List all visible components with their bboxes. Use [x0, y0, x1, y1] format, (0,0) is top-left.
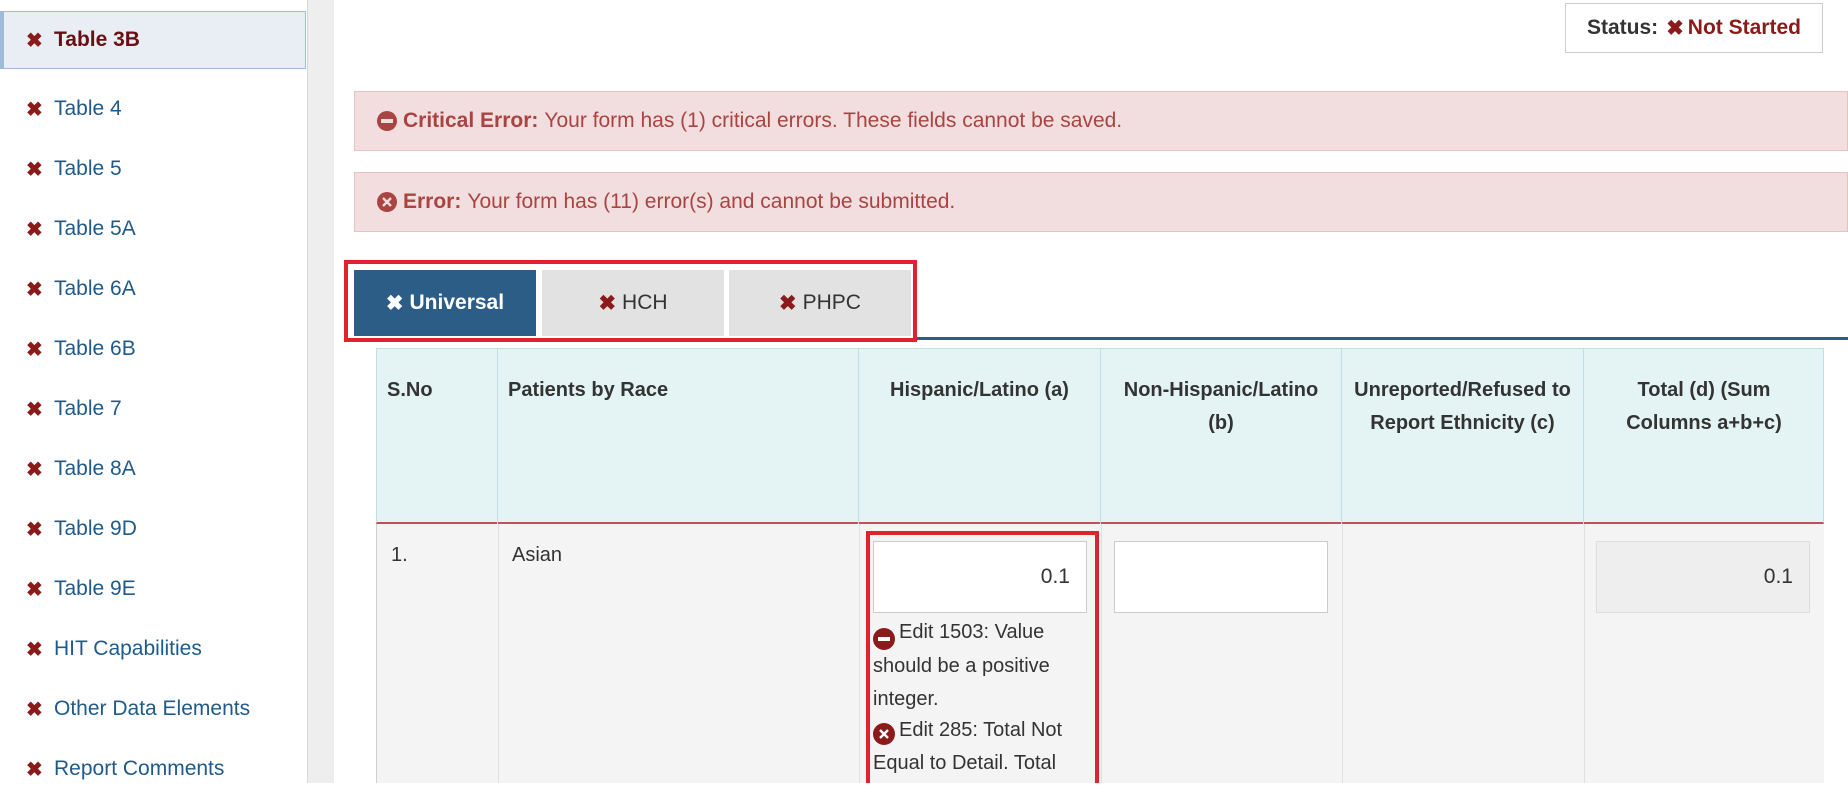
- sidebar-item-label: Table 6B: [54, 337, 136, 360]
- sidebar-item-label: Report Comments: [54, 757, 225, 780]
- sidebar-item-table-7[interactable]: ✖ Table 7: [0, 380, 306, 438]
- sidebar-item-table-6a[interactable]: ✖ Table 6A: [0, 260, 306, 318]
- sidebar-item-label: Table 8A: [54, 457, 136, 480]
- critical-error-alert: Critical Error: Your form has (1) critic…: [354, 91, 1848, 151]
- x-icon: ✖: [1666, 16, 1684, 40]
- column-divider: [1342, 524, 1343, 783]
- sidebar-item-label: Table 6A: [54, 277, 136, 300]
- x-icon: ✖: [26, 398, 43, 421]
- header-sno: S.No: [377, 348, 498, 524]
- sidebar-item-label: Other Data Elements: [54, 697, 251, 720]
- sidebar-item-table-3b[interactable]: ✖ Table 3B: [0, 11, 306, 69]
- sidebar-item-label: Table 5A: [54, 217, 136, 240]
- sidebar-item-other-data-elements[interactable]: ✖ Other Data Elements: [0, 680, 306, 738]
- row-race-label: Asian: [512, 544, 563, 566]
- status-label: Status:: [1587, 16, 1659, 39]
- field-error-highlight-outline: [866, 531, 1099, 783]
- sidebar-scroll-gutter: [308, 0, 334, 783]
- x-icon: ✖: [26, 458, 43, 481]
- sidebar-item-table-5[interactable]: ✖ Table 5: [0, 140, 306, 198]
- error-message: Your form has (11) error(s) and cannot b…: [467, 190, 956, 213]
- x-icon: ✖: [26, 29, 43, 52]
- sidebar-item-label: Table 7: [54, 397, 122, 420]
- header-total: Total (d) (Sum Columns a+b+c): [1626, 379, 1782, 434]
- x-icon: ✖: [26, 758, 43, 781]
- x-icon: ✖: [26, 278, 43, 301]
- x-icon: ✖: [26, 638, 43, 661]
- x-icon: ✖: [26, 158, 43, 181]
- header-unreported: Unreported/Refused to Report Ethnicity (…: [1342, 348, 1584, 524]
- x-icon: ✖: [26, 338, 43, 361]
- row-sno: 1.: [391, 544, 408, 566]
- non-hispanic-latino-input[interactable]: [1114, 541, 1328, 613]
- header-non-hispanic-latino: Non-Hispanic/Latino (b): [1101, 348, 1342, 524]
- status-value: Not Started: [1687, 16, 1801, 39]
- sidebar-item-label: Table 5: [54, 157, 122, 180]
- x-icon: ✖: [26, 578, 43, 601]
- column-divider: [1101, 524, 1102, 783]
- error-alert: Error: Your form has (11) error(s) and c…: [354, 172, 1848, 232]
- minus-circle-icon: [377, 111, 397, 131]
- x-icon: ✖: [26, 98, 43, 121]
- sidebar-item-table-4[interactable]: ✖ Table 4: [0, 80, 306, 138]
- column-divider: [1584, 524, 1585, 783]
- x-icon: ✖: [26, 518, 43, 541]
- sidebar-item-table-5a[interactable]: ✖ Table 5A: [0, 200, 306, 258]
- sidebar-item-label: Table 9D: [54, 517, 137, 540]
- sidebar-item-hit-capabilities[interactable]: ✖ HIT Capabilities: [0, 620, 306, 678]
- critical-error-label: Critical Error:: [403, 109, 539, 132]
- sidebar-item-table-8a[interactable]: ✖ Table 8A: [0, 440, 306, 498]
- tabs-highlight-outline: [344, 260, 917, 342]
- header-hispanic-latino: Hispanic/Latino (a): [859, 348, 1101, 524]
- sidebar-item-table-6b[interactable]: ✖ Table 6B: [0, 320, 306, 378]
- critical-error-message: Your form has (1) critical errors. These…: [544, 109, 1123, 132]
- header-patients-by-race: Patients by Race: [498, 348, 859, 524]
- column-divider: [498, 524, 499, 783]
- x-icon: ✖: [26, 698, 43, 721]
- sidebar-item-label: HIT Capabilities: [54, 637, 202, 660]
- sidebar-item-label: Table 9E: [54, 577, 136, 600]
- total-readonly-field: 0.1: [1596, 541, 1810, 613]
- sidebar-item-label: Table 3B: [54, 28, 140, 51]
- status-badge: Status: ✖ Not Started: [1565, 3, 1823, 53]
- column-divider: [859, 524, 860, 783]
- error-label: Error:: [403, 190, 462, 213]
- sidebar-nav: ✖ Table 3B ✖ Table 4 ✖ Table 5 ✖ Table 5…: [0, 0, 308, 783]
- x-circle-icon: [377, 192, 397, 212]
- sidebar-item-label: Table 4: [54, 97, 122, 120]
- sidebar-item-report-comments[interactable]: ✖ Report Comments: [0, 740, 306, 798]
- tabs-underline: [917, 337, 1848, 340]
- sidebar-item-table-9e[interactable]: ✖ Table 9E: [0, 560, 306, 618]
- sidebar-item-table-9d[interactable]: ✖ Table 9D: [0, 500, 306, 558]
- x-icon: ✖: [26, 218, 43, 241]
